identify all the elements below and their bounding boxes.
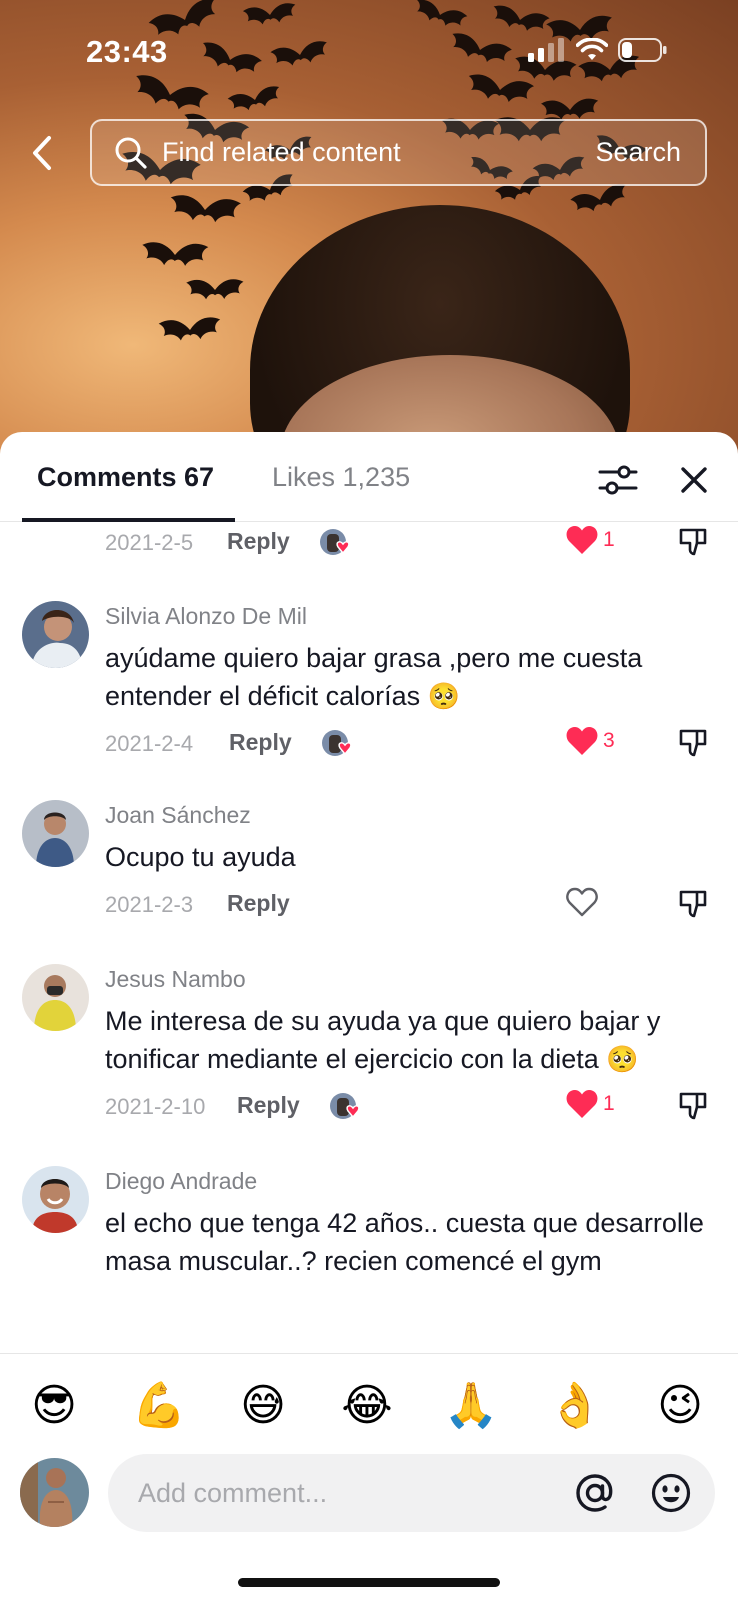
quick-emoji-sweat-smile[interactable]: 😅 — [233, 1376, 293, 1436]
back-arrow-icon — [33, 136, 51, 170]
comment-body: Jesus Nambo Me interesa de su ayuda ya q… — [105, 964, 705, 1079]
quick-emoji-sunglasses[interactable]: 😎 — [24, 1376, 84, 1436]
comment-text: Ocupo tu ayuda — [105, 842, 296, 872]
active-tab-indicator — [22, 518, 235, 522]
like-count: 1 — [603, 1092, 615, 1115]
comment-text: ayúdame quiero bajar grasa ,pero me cues… — [105, 643, 643, 712]
comment-input[interactable]: Add comment... — [108, 1454, 715, 1532]
dislike-icon[interactable] — [678, 527, 708, 557]
signal-icon — [528, 38, 564, 62]
pleading-face-emoji: 🥺 — [427, 682, 461, 712]
search-bar[interactable]: Find related content Search — [90, 119, 707, 186]
avatar[interactable] — [22, 800, 89, 867]
quick-emoji-folded-hands[interactable]: 🙏 — [441, 1376, 501, 1436]
dislike-icon[interactable] — [678, 889, 708, 919]
comment-username[interactable]: Joan Sánchez — [105, 800, 705, 830]
filter-icon[interactable] — [596, 462, 640, 498]
heart-icon — [566, 526, 598, 554]
creator-liked-badge — [319, 528, 353, 560]
comment-body: Silvia Alonzo De Mil ayúdame quiero baja… — [105, 601, 705, 716]
quick-emoji-row: 😎 💪 😅 😂 🙏 👌 😉 — [0, 1376, 738, 1436]
comment-username[interactable]: Silvia Alonzo De Mil — [105, 601, 705, 631]
quick-emoji-flexed-biceps[interactable]: 💪 — [129, 1376, 189, 1436]
comment-input-placeholder: Add comment... — [138, 1477, 328, 1508]
creator-liked-badge — [321, 729, 355, 761]
heart-icon — [566, 727, 598, 755]
creator-liked-badge — [329, 1092, 363, 1124]
close-icon[interactable] — [674, 460, 714, 500]
search-input[interactable]: Find related content — [162, 137, 595, 168]
dislike-icon[interactable] — [678, 728, 708, 758]
sheet-tabs: Comments 67 Likes 1,235 — [0, 432, 738, 522]
reply-button[interactable]: Reply — [227, 528, 290, 555]
back-button[interactable] — [22, 128, 62, 178]
comment-date: 2021-2-10 — [105, 1094, 206, 1119]
battery-icon — [618, 38, 667, 62]
like-count: 1 — [603, 528, 615, 551]
like-count: 3 — [603, 729, 615, 752]
home-indicator — [238, 1578, 500, 1587]
heart-icon — [566, 1090, 598, 1118]
quick-emoji-tears-of-joy[interactable]: 😂 — [337, 1376, 397, 1436]
comment-list[interactable]: 2021-2-5 Reply 1 Silvia Alonzo De Mil ay… — [0, 523, 738, 1383]
comment-date: 2021-2-3 — [105, 892, 194, 917]
reply-button[interactable]: Reply — [227, 890, 290, 917]
avatar[interactable] — [22, 601, 89, 668]
comment-text: el echo que tenga 42 años.. cuesta que d… — [105, 1208, 704, 1276]
like-button[interactable] — [565, 887, 599, 917]
comment-body: Joan Sánchez Ocupo tu ayuda — [105, 800, 705, 876]
search-button[interactable]: Search — [595, 137, 681, 168]
quick-emoji-wink[interactable]: 😉 — [650, 1376, 710, 1436]
comment-date: 2021-2-4 — [105, 731, 194, 756]
avatar[interactable] — [22, 1166, 89, 1233]
comment-username[interactable]: Diego Andrade — [105, 1166, 705, 1196]
quick-emoji-ok-hand[interactable]: 👌 — [545, 1376, 605, 1436]
pleading-face-emoji: 🥺 — [606, 1045, 639, 1075]
tab-likes[interactable]: Likes 1,235 — [272, 462, 410, 493]
my-avatar — [20, 1458, 89, 1527]
search-icon — [115, 137, 147, 169]
dislike-icon[interactable] — [678, 1091, 708, 1121]
status-time: 23:43 — [86, 34, 168, 69]
reply-button[interactable]: Reply — [229, 729, 292, 756]
like-button[interactable]: 3 — [565, 726, 615, 756]
like-button[interactable]: 1 — [565, 1089, 615, 1119]
comment-composer-area: 😎 💪 😅 😂 🙏 👌 😉 Add comment... — [0, 1353, 738, 1600]
wifi-icon — [576, 38, 608, 60]
comment-username[interactable]: Jesus Nambo — [105, 964, 705, 994]
like-button[interactable]: 1 — [565, 525, 615, 555]
mention-icon[interactable] — [574, 1472, 616, 1514]
avatar[interactable] — [22, 964, 89, 1031]
tab-comments[interactable]: Comments 67 — [37, 462, 214, 493]
comment-date: 2021-2-5 — [105, 530, 194, 555]
reply-button[interactable]: Reply — [237, 1092, 300, 1119]
status-icons — [528, 38, 668, 62]
comment-text: Me interesa de su ayuda ya que quiero ba… — [105, 1006, 661, 1075]
emoji-icon[interactable] — [650, 1472, 692, 1514]
heart-outline-icon — [566, 887, 598, 917]
comment-body: Diego Andrade el echo que tenga 42 años.… — [105, 1166, 705, 1280]
